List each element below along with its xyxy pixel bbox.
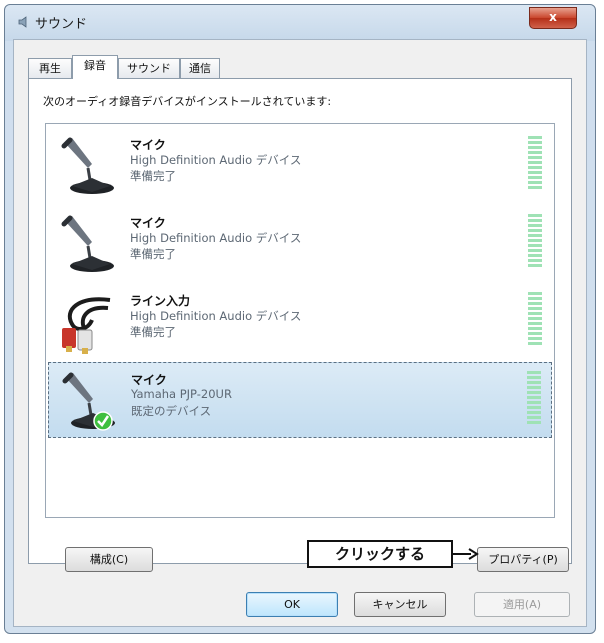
close-button[interactable]: x bbox=[529, 7, 577, 29]
panel-caption: 次のオーディオ録音デバイスがインストールされています: bbox=[43, 95, 332, 108]
microphone-default-icon bbox=[62, 372, 115, 431]
tab-playback[interactable]: 再生 bbox=[28, 58, 72, 78]
configure-button[interactable]: 構成(C) bbox=[65, 547, 153, 572]
device-name: マイク bbox=[130, 138, 166, 152]
dialog-body: 再生 録音 サウンド 通信 次のオーディオ録音デバイスがインストールされています… bbox=[13, 39, 587, 627]
device-status: 既定のデバイス bbox=[131, 404, 212, 418]
speaker-icon bbox=[18, 16, 27, 28]
device-status: 準備完了 bbox=[130, 247, 176, 261]
sound-dialog: サウンド x 再生 録音 サウンド 通信 次のオーディオ録音デバイスがインストー… bbox=[4, 4, 596, 634]
cancel-button[interactable]: キャンセル bbox=[354, 592, 446, 617]
device-name: ライン入力 bbox=[130, 294, 191, 308]
apply-button[interactable]: 適用(A) bbox=[474, 592, 570, 617]
level-meter bbox=[528, 136, 542, 194]
device-description: High Definition Audio デバイス bbox=[130, 231, 302, 245]
device-item[interactable]: マイク High Definition Audio デバイス 準備完了 bbox=[48, 128, 552, 204]
tab-sounds[interactable]: サウンド bbox=[118, 58, 180, 78]
line-in-cable-icon bbox=[62, 297, 111, 354]
level-meter bbox=[528, 292, 542, 350]
device-status: 準備完了 bbox=[130, 325, 176, 339]
device-item[interactable]: ライン入力 High Definition Audio デバイス 準備完了 bbox=[48, 284, 552, 360]
ok-button[interactable]: OK bbox=[246, 592, 338, 617]
title-bar: サウンド x bbox=[5, 5, 595, 39]
microphone-icon bbox=[61, 215, 114, 272]
recording-panel: 次のオーディオ録音デバイスがインストールされています: マイク High Def… bbox=[28, 78, 572, 572]
device-description: High Definition Audio デバイス bbox=[130, 153, 302, 167]
click-annotation: クリックする bbox=[307, 540, 453, 568]
device-description: Yamaha PJP-20UR bbox=[131, 387, 232, 401]
window-title: サウンド bbox=[35, 17, 88, 32]
device-status: 準備完了 bbox=[130, 169, 176, 183]
device-name: マイク bbox=[131, 373, 167, 387]
device-name: マイク bbox=[130, 216, 166, 230]
device-item[interactable]: マイク High Definition Audio デバイス 準備完了 bbox=[48, 206, 552, 282]
tab-communications[interactable]: 通信 bbox=[180, 58, 220, 78]
level-meter bbox=[527, 371, 541, 429]
arrow-right-icon bbox=[453, 548, 479, 560]
tab-recording[interactable]: 録音 bbox=[72, 55, 118, 79]
device-description: High Definition Audio デバイス bbox=[130, 309, 302, 323]
device-list: マイク High Definition Audio デバイス 準備完了 マイク … bbox=[45, 123, 555, 518]
properties-button[interactable]: プロパティ(P) bbox=[477, 547, 569, 572]
device-item-selected[interactable]: マイク Yamaha PJP-20UR 既定のデバイス bbox=[48, 362, 552, 438]
microphone-icon bbox=[61, 137, 114, 194]
level-meter bbox=[528, 214, 542, 272]
